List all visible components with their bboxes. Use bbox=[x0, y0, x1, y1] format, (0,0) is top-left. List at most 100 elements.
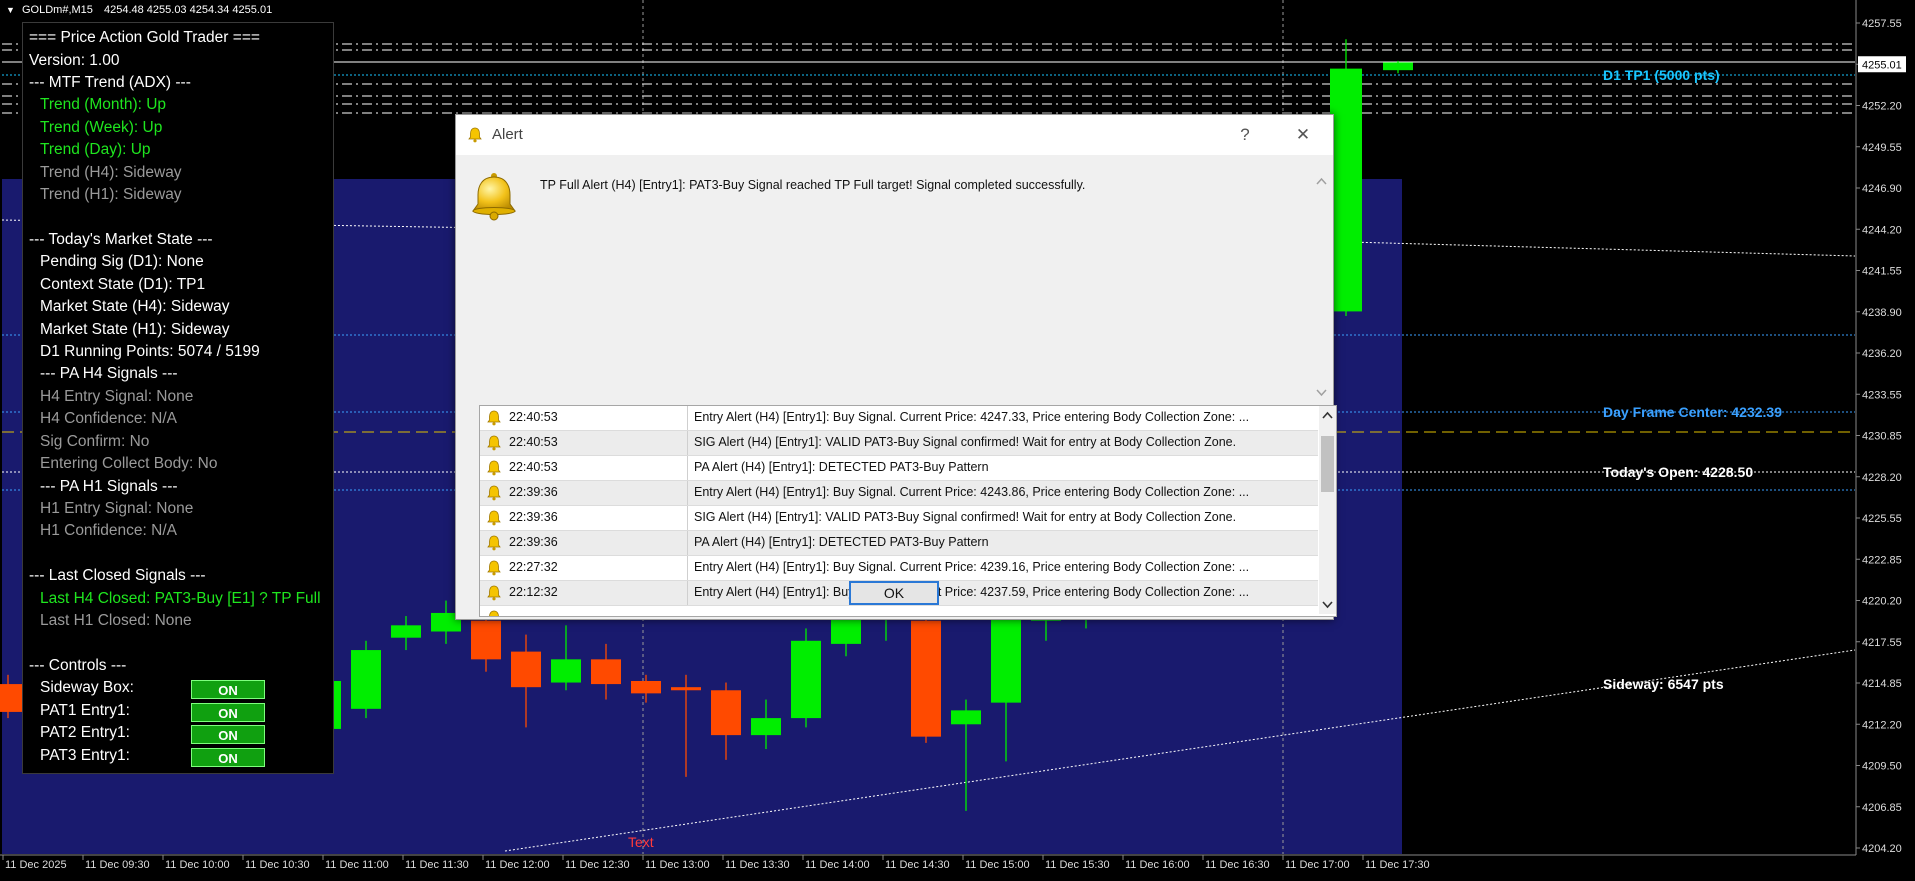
price-tick-label: 4230.85 bbox=[1862, 431, 1902, 443]
time-tick-label: 11 Dec 15:00 bbox=[965, 859, 1030, 871]
column-separator bbox=[687, 506, 688, 530]
price-tick-label: 4217.55 bbox=[1862, 637, 1902, 649]
message-scrollbar[interactable] bbox=[1313, 173, 1330, 403]
large-bell-icon bbox=[472, 173, 516, 221]
bell-icon bbox=[487, 410, 501, 426]
price-tick-label: 4214.85 bbox=[1862, 678, 1902, 690]
bell-icon bbox=[487, 460, 501, 476]
time-tick-label: 11 Dec 13:30 bbox=[725, 859, 790, 871]
help-button[interactable]: ? bbox=[1230, 123, 1260, 147]
candle bbox=[911, 612, 941, 743]
price-tick-label: 4255.01 bbox=[1862, 59, 1902, 71]
bell-icon bbox=[487, 560, 501, 576]
panel-line: Trend (H1): Sideway bbox=[40, 186, 182, 203]
price-tick-label: 4257.55 bbox=[1862, 18, 1902, 30]
panel-line: Trend (Month): Up bbox=[40, 96, 167, 113]
panel-line: === Price Action Gold Trader === bbox=[29, 29, 260, 46]
price-tick-label: 4206.85 bbox=[1862, 802, 1902, 814]
d1-tp1-label: D1 TP1 (5000 pts) bbox=[1603, 67, 1720, 83]
log-row[interactable]: 22:39:36 SIG Alert (H4) [Entry1]: VALID P… bbox=[480, 506, 1318, 531]
log-row[interactable]: 22:40:53 SIG Alert (H4) [Entry1]: VALID P… bbox=[480, 431, 1318, 456]
panel-line: --- PA H1 Signals --- bbox=[40, 478, 178, 495]
time-tick-label: 11 Dec 16:30 bbox=[1205, 859, 1270, 871]
log-time: 22:39:36 bbox=[509, 485, 558, 499]
log-row[interactable]: 22:39:36 PA Alert (H4) [Entry1]: DETECTED… bbox=[480, 531, 1318, 556]
time-tick-label: 11 Dec 13:00 bbox=[645, 859, 710, 871]
log-time: 22:40:53 bbox=[509, 460, 558, 474]
price-tick-label: 4238.90 bbox=[1862, 307, 1902, 319]
price-tick-label: 4209.50 bbox=[1862, 761, 1902, 773]
symbol-timeframe: GOLDm#,M15 bbox=[21, 4, 93, 16]
pat3-entry1-toggle[interactable]: ON bbox=[191, 748, 265, 767]
column-separator bbox=[687, 556, 688, 580]
panel-line: Context State (D1): TP1 bbox=[40, 276, 206, 293]
sideway-label: Sideway: 6547 pts bbox=[1603, 676, 1724, 692]
log-time: 22:40:53 bbox=[509, 435, 558, 449]
log-time: 22:39:36 bbox=[509, 535, 558, 549]
panel-line: D1 Running Points: 5074 / 5199 bbox=[40, 343, 260, 360]
time-tick-label: 11 Dec 15:30 bbox=[1045, 859, 1110, 871]
alert-title: Alert bbox=[492, 126, 523, 143]
panel-line: H4 Entry Signal: None bbox=[40, 388, 194, 405]
log-row[interactable]: 22:40:53 PA Alert (H4) [Entry1]: DETECTED… bbox=[480, 456, 1318, 481]
info-panel: === Price Action Gold Trader === Version:… bbox=[22, 22, 334, 774]
time-tick-label: 11 Dec 09:30 bbox=[85, 859, 150, 871]
ohlc-values: 4254.48 4255.03 4254.34 4255.01 bbox=[103, 4, 273, 16]
sideway-box-toggle[interactable]: ON bbox=[191, 680, 265, 699]
price-tick-label: 4233.55 bbox=[1862, 389, 1902, 401]
time-tick-label: 11 Dec 11:30 bbox=[405, 859, 469, 871]
chart-symbol-bar: ▼ GOLDm#,M15 4254.48 4255.03 4254.34 425… bbox=[0, 0, 272, 20]
price-tick-label: 4241.55 bbox=[1862, 266, 1902, 278]
candle bbox=[791, 628, 821, 728]
time-tick-label: 11 Dec 17:00 bbox=[1285, 859, 1350, 871]
price-tick-label: 4212.20 bbox=[1862, 719, 1902, 731]
log-row[interactable]: 22:27:32 Entry Alert (H4) [Entry1]: Buy S… bbox=[480, 556, 1318, 581]
time-tick-label: 11 Dec 14:00 bbox=[805, 859, 870, 871]
day-frame-center-label: Day Frame Center: 4232.39 bbox=[1603, 404, 1782, 420]
log-message: SIG Alert (H4) [Entry1]: VALID PAT3-Buy … bbox=[694, 435, 1237, 449]
log-time: 22:27:32 bbox=[509, 560, 558, 574]
log-message: Entry Alert (H4) [Entry1]: Buy Signal. C… bbox=[694, 485, 1250, 499]
chart-menu-arrow-icon[interactable]: ▼ bbox=[6, 5, 15, 15]
time-tick-label: 11 Dec 16:00 bbox=[1125, 859, 1190, 871]
log-time: 22:12:32 bbox=[509, 585, 558, 599]
bell-icon bbox=[487, 535, 501, 551]
column-separator bbox=[687, 531, 688, 555]
price-tick-label: 4225.55 bbox=[1862, 513, 1902, 525]
log-row[interactable]: 22:40:53 Entry Alert (H4) [Entry1]: Buy S… bbox=[480, 406, 1318, 431]
pat2-entry1-toggle[interactable]: ON bbox=[191, 725, 265, 744]
panel-line: Trend (H4): Sideway bbox=[40, 164, 182, 181]
panel-line: Entering Collect Body: No bbox=[40, 455, 218, 472]
bell-icon bbox=[487, 485, 501, 501]
candle bbox=[1330, 39, 1362, 317]
pat1-entry1-toggle[interactable]: ON bbox=[191, 703, 265, 722]
log-scrollbar[interactable] bbox=[1319, 406, 1336, 614]
panel-line: H4 Confidence: N/A bbox=[40, 410, 177, 427]
price-tick-label: 4204.20 bbox=[1862, 843, 1902, 855]
alert-title-bar[interactable]: Alert ? ✕ bbox=[456, 115, 1333, 155]
log-row-partial bbox=[480, 606, 1318, 616]
price-tick-label: 4246.90 bbox=[1862, 183, 1902, 195]
close-button[interactable]: ✕ bbox=[1288, 123, 1318, 147]
panel-line: Market State (H4): Sideway bbox=[40, 298, 230, 315]
time-tick-label: 11 Dec 10:30 bbox=[245, 859, 310, 871]
log-message: Entry Alert (H4) [Entry1]: Buy Signal. C… bbox=[694, 585, 1250, 599]
time-tick-label: 11 Dec 12:30 bbox=[565, 859, 630, 871]
column-separator bbox=[687, 456, 688, 480]
bell-icon bbox=[489, 610, 499, 616]
text-object-label[interactable]: Text bbox=[628, 834, 654, 850]
price-axis: 4257.55 4255.01 4252.20 4249.55 4246.90 4244.… bbox=[1855, 0, 1915, 881]
log-time: 22:39:36 bbox=[509, 510, 558, 524]
panel-line: Trend (Day): Up bbox=[40, 141, 151, 158]
panel-line: H1 Entry Signal: None bbox=[40, 500, 194, 517]
panel-line: --- Controls --- bbox=[29, 657, 127, 674]
log-row[interactable]: 22:39:36 Entry Alert (H4) [Entry1]: Buy S… bbox=[480, 481, 1318, 506]
time-tick-label: 11 Dec 10:00 bbox=[165, 859, 230, 871]
price-tick-label: 4228.20 bbox=[1862, 472, 1902, 484]
panel-line: Last H1 Closed: None bbox=[40, 612, 192, 629]
panel-line: --- PA H4 Signals --- bbox=[40, 365, 178, 382]
ok-button[interactable]: OK bbox=[849, 581, 939, 605]
panel-line: Trend (Week): Up bbox=[40, 119, 163, 136]
time-tick-label: 11 Dec 11:00 bbox=[325, 859, 389, 871]
panel-line: Version: 1.00 bbox=[29, 52, 120, 69]
